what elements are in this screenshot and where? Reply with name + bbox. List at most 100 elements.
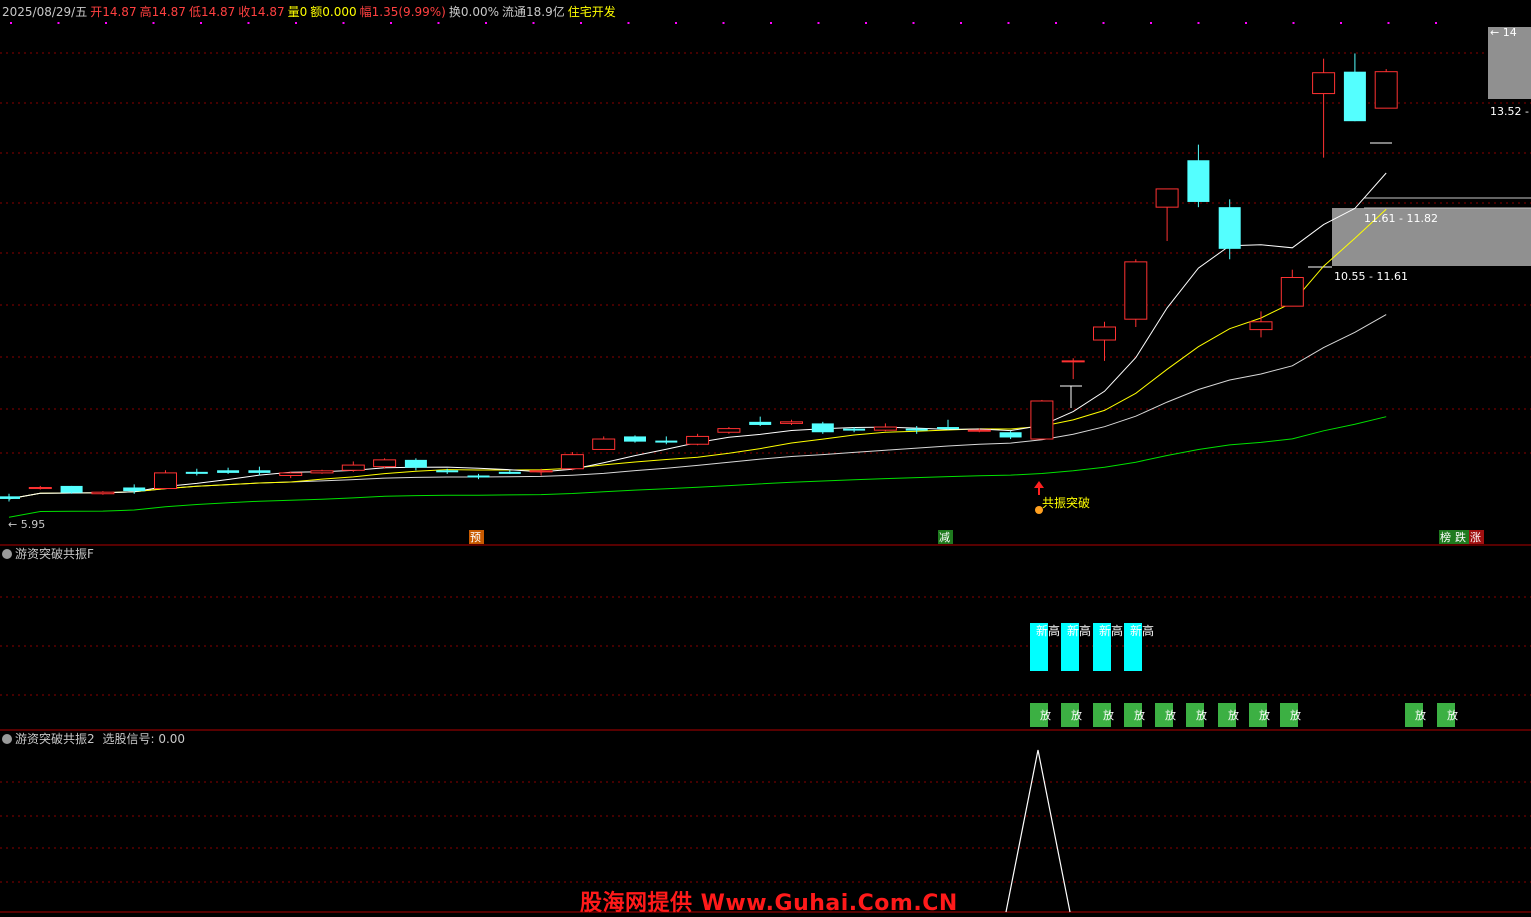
candle-body [873,426,897,431]
candle-body [686,435,710,445]
volume-flag-label: 放 [1290,708,1301,722]
candle-body [467,475,490,478]
quote-turnover: 换0.00% [448,5,499,19]
grid-tick-marker [865,22,867,24]
grid-tick-marker [390,22,392,24]
grid-tick-marker [960,22,962,24]
panel-toggle-icon[interactable] [2,733,12,744]
candle-body [185,471,208,474]
candle-body [28,486,52,490]
grid-tick-marker [675,22,677,24]
grid-tick-marker [1292,22,1295,24]
candle-body [404,459,427,468]
candle-body [248,470,271,473]
volume-flag-label: 放 [1415,708,1426,722]
marker-jian-text: 减 [939,531,950,544]
candle-body [1343,71,1366,122]
candle-body [1061,360,1085,363]
grid-tick-marker [1197,22,1200,24]
candle-body [780,421,803,424]
marker-zhang-text: 涨 [1470,531,1481,544]
candle-body [843,428,866,431]
candle-body [655,440,678,443]
zone-upper-label: 11.61 - 11.82 [1364,212,1438,225]
grid-tick-marker [912,22,915,24]
quote-high: 高14.87 [139,5,186,19]
volume-flag-label: 放 [1040,708,1051,722]
candle-body [341,464,365,471]
grid-tick-marker [1102,22,1105,24]
kline-chart[interactable]: ← 5.95 ← 14 13.52 - 11.61 - 11.82 10.55 - 11… [0,0,1531,915]
quote-sector: 住宅开发 [567,5,616,19]
panel-toggle-icon[interactable] [2,548,12,559]
candle-body [560,454,584,470]
candle-body [1218,207,1241,249]
grid-tick-marker [437,22,440,24]
marker-die-text: 跌 [1455,530,1466,544]
volume-flag-label: 放 [1165,708,1176,722]
candle-body [217,470,240,473]
volume-flag-label: 放 [1103,708,1114,722]
panel3-signal-text: 选股信号: 0.00 [102,732,186,746]
candle-body [717,428,741,433]
signal-label: 共振突破 [1042,495,1090,510]
quote-close: 收14.87 [238,5,285,19]
candle-body [0,496,20,499]
grid-tick-marker [10,22,12,24]
grid-tick-marker [57,22,60,24]
candle-body [123,487,146,492]
grid-tick-marker [627,22,630,24]
grid-tick-marker [247,22,250,24]
ma5-line [8,172,1387,500]
candle-body [1187,160,1210,202]
grid-tick-marker [770,22,772,24]
candle-body [1249,321,1273,331]
selection-signal-line [1005,749,1071,913]
grid-tick-marker [105,22,107,24]
grid-tick-marker [1055,22,1057,24]
candle-body [279,472,303,477]
volume-flag-label: 放 [1071,708,1082,722]
candle-body [999,432,1022,438]
candle-body [91,491,115,495]
quote-change: 幅1.35(9.99%) [359,5,446,19]
candle-body [967,429,991,432]
panel2-title-text: 游资突破共振F [15,547,94,561]
grid-tick-marker [722,22,725,24]
grid-tick-marker [295,22,297,24]
ma20-line [8,314,1387,500]
panel3-title[interactable]: 游资突破共振2 选股信号: 0.00 [2,732,185,746]
candle-body [1374,71,1398,109]
candle-body [749,421,772,425]
quote-open: 开14.87 [90,5,137,19]
volume-flag-label: 放 [1259,708,1270,722]
volume-flag-label: 放 [1134,708,1145,722]
low-price-label: ← 5.95 [8,518,45,531]
grid-tick-marker [342,22,345,24]
grid-tick-marker [152,22,155,24]
quote-date: 2025/08/29/五 [2,5,88,19]
price-tag-mid: 13.52 - [1490,105,1529,118]
quote-float: 流通18.9亿 [502,5,565,19]
grid-tick-marker [485,22,487,24]
candle-body [1124,261,1148,320]
grid-tick-marker [580,22,582,24]
grid-tick-marker [1435,22,1437,24]
candle-body [937,427,959,430]
new-high-label: 新高 [1036,623,1060,638]
quote-amount: 额0.000 [310,5,357,19]
candle-body [1312,72,1336,95]
grid-tick-marker [1340,22,1342,24]
candle-body [905,428,928,431]
volume-flag-label: 放 [1447,708,1458,722]
candle-body [498,471,521,474]
panel2-title[interactable]: 游资突破共振F [2,547,94,561]
grid-tick-marker [1150,22,1152,24]
watermark: 股海网提供 Www.Guhai.Com.CN [580,891,958,916]
candle-body [592,438,616,450]
candle-body [1280,277,1304,307]
signal-arrow-head [1034,481,1044,488]
price-tag-top: ← 14 [1490,26,1517,39]
candle-body [1093,326,1116,341]
quote-low: 低14.87 [188,5,236,19]
